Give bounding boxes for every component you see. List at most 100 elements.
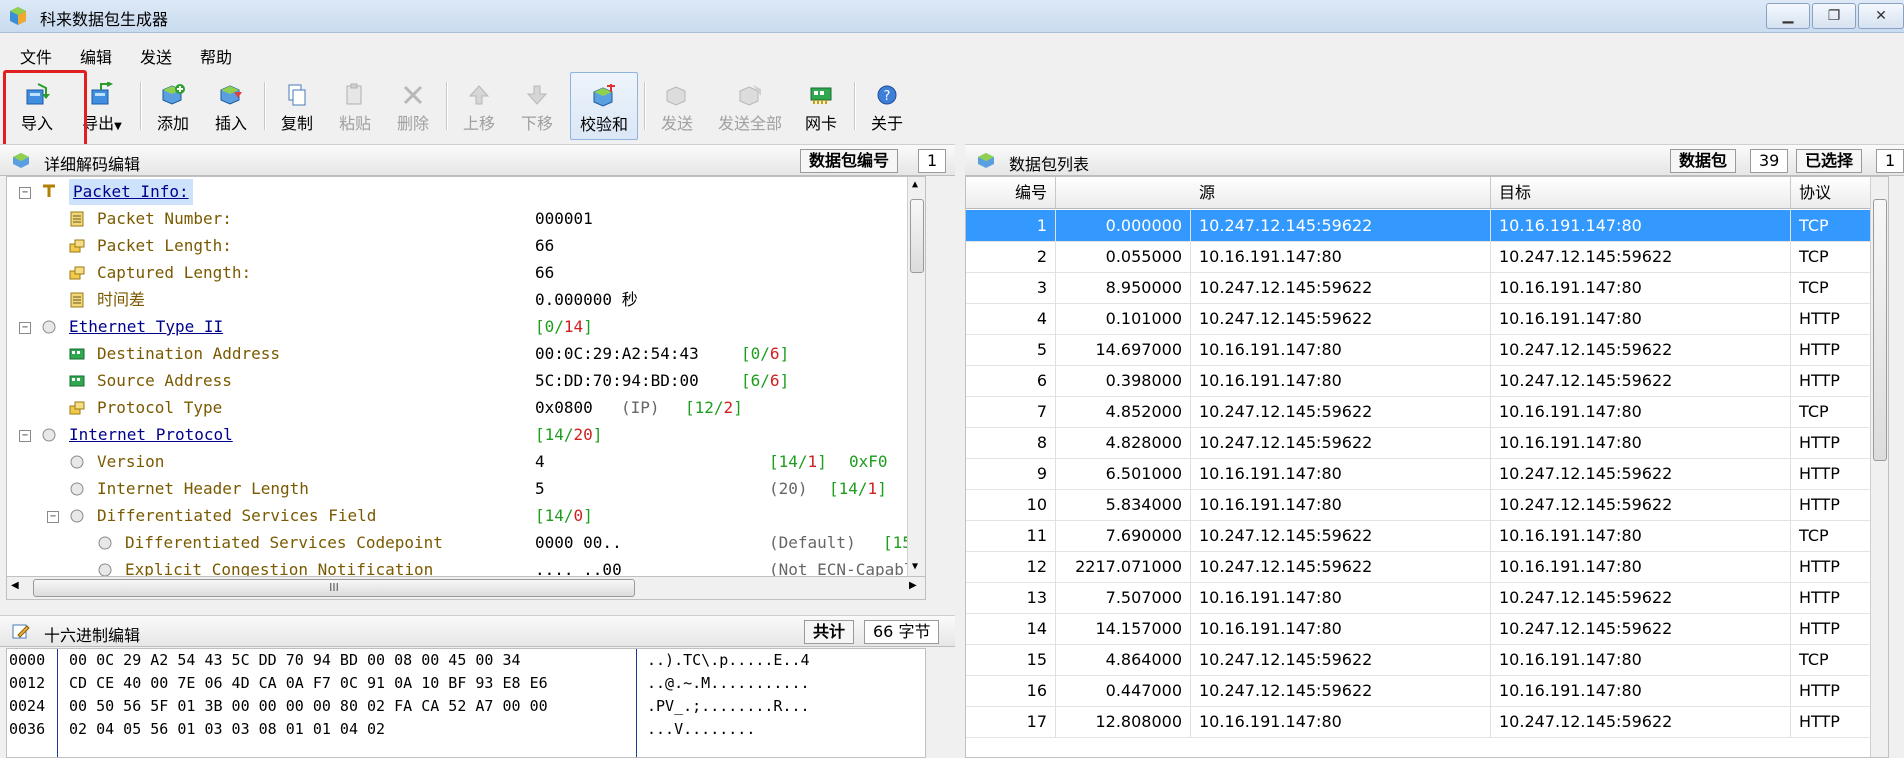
total-bytes-value: 66 字节 xyxy=(864,620,940,644)
scroll-thumb[interactable] xyxy=(910,199,924,273)
column-header-source[interactable]: 源 xyxy=(1191,177,1491,209)
packet-row[interactable]: 6 0.398000 10.16.191.147:80 10.247.12.145:5… xyxy=(966,365,1888,397)
packet-row[interactable]: 13 7.507000 10.16.191.147:80 10.247.12.145:… xyxy=(966,582,1888,614)
about-button[interactable]: ? 关于 xyxy=(862,72,912,138)
selected-count-value: 1 xyxy=(1876,149,1904,173)
decode-tree: − Packet Info: Packet Number: 000001 Pac… xyxy=(6,176,926,578)
minimize-button[interactable]: ▁ xyxy=(1766,3,1810,29)
hex-bytes[interactable]: CD CE 40 00 7E 06 4D CA 0A F7 0C 91 0A 1… xyxy=(69,672,548,695)
send-all-button[interactable]: 发送全部 xyxy=(710,72,790,138)
packet-number-cell: 13 xyxy=(966,582,1056,613)
packet-row[interactable]: 7 4.852000 10.247.12.145:59622 10.16.191.14… xyxy=(966,396,1888,428)
packet-row[interactable]: 5 14.697000 10.16.191.147:80 10.247.12.145:… xyxy=(966,334,1888,366)
time-delta-cell: 4.828000 xyxy=(1056,427,1191,458)
source-cell: 10.16.191.147:80 xyxy=(1191,613,1491,644)
field-tag-icon xyxy=(69,266,85,280)
source-cell: 10.16.191.147:80 xyxy=(1191,582,1491,613)
add-button[interactable]: 添加 xyxy=(148,72,198,138)
scroll-thumb[interactable]: III xyxy=(33,579,635,597)
hex-ascii[interactable]: ...V........ xyxy=(647,718,755,741)
scroll-up-icon[interactable]: ▲ xyxy=(912,179,918,190)
packet-row[interactable]: 10 5.834000 10.16.191.147:80 10.247.12.145:… xyxy=(966,489,1888,521)
destination-cell: 10.247.12.145:59622 xyxy=(1491,489,1791,520)
hex-bytes[interactable]: 02 04 05 56 01 03 03 08 01 01 04 02 xyxy=(69,718,385,741)
scroll-right-icon[interactable]: ▶ xyxy=(909,580,917,591)
packet-row[interactable]: 9 6.501000 10.16.191.147:80 10.247.12.145:5… xyxy=(966,458,1888,490)
packet-row[interactable]: 14 14.157000 10.16.191.147:80 10.247.12.145… xyxy=(966,613,1888,645)
packet-row[interactable]: 2 0.055000 10.16.191.147:80 10.247.12.145:5… xyxy=(966,241,1888,273)
hex-view[interactable]: 0000 00 0C 29 A2 54 43 5C DD 70 94 BD 00… xyxy=(6,648,926,758)
packet-row[interactable]: 11 7.690000 10.247.12.145:59622 10.16.191.1… xyxy=(966,520,1888,552)
time-delta-cell: 7.507000 xyxy=(1056,582,1191,613)
collapse-icon[interactable]: − xyxy=(19,430,31,442)
packet-list-icon xyxy=(978,153,994,168)
collapse-icon[interactable]: − xyxy=(19,322,31,334)
nic-button[interactable]: 网卡 xyxy=(796,72,846,138)
packet-number-cell: 14 xyxy=(966,613,1056,644)
delete-button[interactable]: 删除 xyxy=(388,72,438,138)
menu-bar: 文件 编辑 发送 帮助 xyxy=(0,38,1904,68)
hex-bytes[interactable]: 00 0C 29 A2 54 43 5C DD 70 94 BD 00 08 0… xyxy=(69,649,521,672)
maximize-button[interactable]: ❐ xyxy=(1812,3,1856,29)
network-card-icon xyxy=(810,87,832,104)
scroll-thumb[interactable] xyxy=(1873,199,1887,461)
source-cell: 10.247.12.145:59622 xyxy=(1191,427,1491,458)
node-circle-icon xyxy=(70,482,84,496)
insert-button[interactable]: 插入 xyxy=(206,72,256,138)
packet-number-label: 数据包编号 xyxy=(800,149,899,173)
menu-help[interactable]: 帮助 xyxy=(200,44,232,68)
time-delta-cell: 0.447000 xyxy=(1056,675,1191,706)
menu-file[interactable]: 文件 xyxy=(20,44,52,68)
destination-cell: 10.16.191.147:80 xyxy=(1491,520,1791,551)
time-delta-cell: 0.000000 xyxy=(1056,210,1191,241)
export-icon xyxy=(91,82,113,105)
mac-address-icon xyxy=(69,348,85,360)
scroll-down-icon[interactable]: ▼ xyxy=(912,561,918,572)
source-cell: 10.247.12.145:59622 xyxy=(1191,303,1491,334)
packet-row[interactable]: 12 2217.071000 10.247.12.145:59622 10.16.19… xyxy=(966,551,1888,583)
menu-send[interactable]: 发送 xyxy=(140,44,172,68)
packet-row[interactable]: 1 0.000000 10.247.12.145:59622 10.16.191.14… xyxy=(966,210,1888,242)
packet-list-vertical-scrollbar[interactable] xyxy=(1870,177,1888,757)
column-header-destination[interactable]: 目标 xyxy=(1491,177,1791,209)
destination-cell: 10.16.191.147:80 xyxy=(1491,210,1791,241)
collapse-icon[interactable]: − xyxy=(47,511,59,523)
copy-button[interactable]: 复制 xyxy=(272,72,322,138)
scroll-left-icon[interactable]: ◀ xyxy=(11,580,19,591)
packet-row[interactable]: 3 8.950000 10.247.12.145:59622 10.16.191.14… xyxy=(966,272,1888,304)
source-cell: 10.16.191.147:80 xyxy=(1191,458,1491,489)
checksum-icon xyxy=(593,84,615,107)
packet-number-cell: 8 xyxy=(966,427,1056,458)
move-down-button[interactable]: 下移 xyxy=(512,72,562,138)
source-cell: 10.16.191.147:80 xyxy=(1191,489,1491,520)
tree-vertical-scrollbar[interactable]: ▲ ▼ xyxy=(907,177,925,577)
move-up-button[interactable]: 上移 xyxy=(454,72,504,138)
packet-row[interactable]: 15 4.864000 10.247.12.145:59622 10.16.191.1… xyxy=(966,644,1888,676)
time-delta-cell: 8.950000 xyxy=(1056,272,1191,303)
tree-horizontal-scrollbar[interactable]: ◀ III ▶ xyxy=(6,576,926,600)
hex-ascii[interactable]: ..).TC\.p.....E..4 xyxy=(647,649,810,672)
send-button[interactable]: 发送 xyxy=(652,72,702,138)
hex-ascii[interactable]: ..@.~.M........... xyxy=(647,672,810,695)
paste-button[interactable]: 粘贴 xyxy=(330,72,380,138)
checksum-button[interactable]: 校验和 xyxy=(570,72,638,140)
source-cell: 10.247.12.145:59622 xyxy=(1191,272,1491,303)
hex-ascii[interactable]: .PV_.;........R... xyxy=(647,695,810,718)
time-delta-cell: 14.697000 xyxy=(1056,334,1191,365)
time-delta-cell: 4.852000 xyxy=(1056,396,1191,427)
source-cell: 10.16.191.147:80 xyxy=(1191,241,1491,272)
column-header-number[interactable]: 编号 xyxy=(966,177,1056,209)
close-button[interactable]: ✕ xyxy=(1858,3,1904,29)
hex-bytes[interactable]: 00 50 56 5F 01 3B 00 00 00 00 80 02 FA C… xyxy=(69,695,548,718)
packet-number-cell: 10 xyxy=(966,489,1056,520)
packet-number-value[interactable]: 1 xyxy=(918,149,947,173)
menu-edit[interactable]: 编辑 xyxy=(80,44,112,68)
source-cell: 10.16.191.147:80 xyxy=(1191,334,1491,365)
collapse-icon[interactable]: − xyxy=(19,187,31,199)
packet-row[interactable]: 4 0.101000 10.247.12.145:59622 10.16.191.14… xyxy=(966,303,1888,335)
copy-icon xyxy=(288,84,306,106)
packet-row[interactable]: 17 12.808000 10.16.191.147:80 10.247.12.145… xyxy=(966,706,1888,738)
packet-row[interactable]: 8 4.828000 10.247.12.145:59622 10.16.191.14… xyxy=(966,427,1888,459)
packet-row[interactable]: 16 0.447000 10.247.12.145:59622 10.16.191.1… xyxy=(966,675,1888,707)
time-delta-cell: 7.690000 xyxy=(1056,520,1191,551)
